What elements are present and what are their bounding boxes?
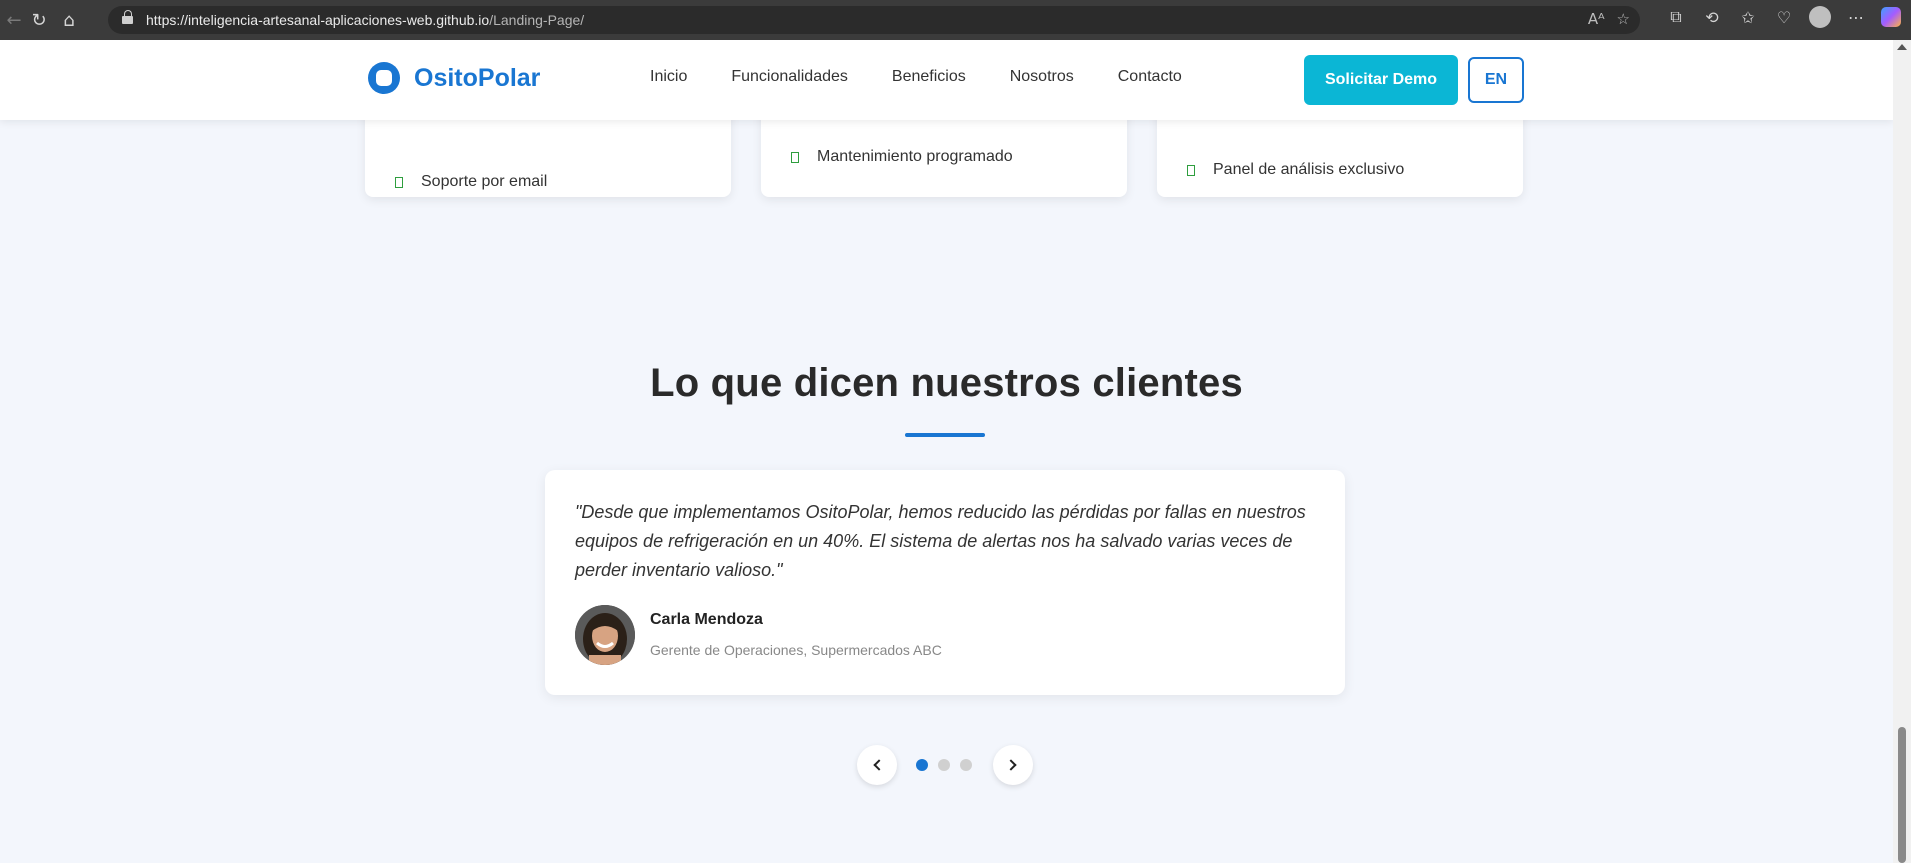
- nav-nosotros[interactable]: Nosotros: [1010, 68, 1074, 86]
- check-icon: [395, 176, 403, 188]
- sync-icon[interactable]: ⟲: [1701, 8, 1723, 27]
- language-toggle-button[interactable]: EN: [1468, 57, 1524, 103]
- testimonial-card: "Desde que implementamos OsitoPolar, hem…: [545, 470, 1345, 695]
- health-icon[interactable]: ♡: [1773, 8, 1795, 27]
- section-title: Lo que dicen nuestros clientes: [650, 361, 1243, 405]
- logo-icon: [368, 62, 400, 94]
- carousel-next-button[interactable]: [993, 745, 1033, 785]
- carousel-dots: [916, 759, 972, 771]
- browser-toolbar: ← ↻ ⌂ https://inteligencia-artesanal-apl…: [0, 0, 1911, 40]
- main-nav: Inicio Funcionalidades Beneficios Nosotr…: [650, 68, 1182, 86]
- client-avatar: [575, 605, 635, 665]
- scroll-up-arrow-icon[interactable]: [1897, 44, 1907, 50]
- check-icon: [1187, 164, 1195, 176]
- chevron-left-icon: [873, 759, 885, 771]
- testimonial-quote: "Desde que implementamos OsitoPolar, hem…: [575, 502, 1306, 580]
- page-viewport: Soporte por email Mantenimiento programa…: [0, 40, 1893, 863]
- read-aloud-icon[interactable]: Aᴬ: [1588, 10, 1605, 28]
- favorite-star-icon[interactable]: ☆: [1617, 10, 1630, 28]
- address-bar[interactable]: https://inteligencia-artesanal-aplicacio…: [108, 6, 1640, 34]
- check-icon: [791, 151, 799, 163]
- request-demo-button[interactable]: Solicitar Demo: [1304, 55, 1458, 105]
- scroll-thumb[interactable]: [1898, 727, 1906, 863]
- title-underline: [905, 433, 985, 437]
- plan-feature: Soporte por email: [395, 173, 547, 191]
- more-icon[interactable]: ⋯: [1845, 8, 1867, 27]
- chevron-right-icon: [1005, 759, 1017, 771]
- client-role: Gerente de Operaciones, Supermercados AB…: [650, 642, 942, 658]
- nav-funcionalidades[interactable]: Funcionalidades: [731, 68, 848, 86]
- copilot-icon[interactable]: [1881, 7, 1901, 27]
- nav-contacto[interactable]: Contacto: [1118, 68, 1182, 86]
- nav-beneficios[interactable]: Beneficios: [892, 68, 966, 86]
- home-icon[interactable]: ⌂: [55, 6, 83, 34]
- extensions-icon[interactable]: ⧉: [1665, 7, 1687, 27]
- url-text: https://inteligencia-artesanal-aplicacio…: [146, 12, 585, 28]
- plan-feature: Panel de análisis exclusivo: [1187, 161, 1404, 179]
- logo-text: OsitoPolar: [414, 63, 541, 92]
- carousel-prev-button[interactable]: [857, 745, 897, 785]
- plan-feature: Mantenimiento programado: [791, 148, 1013, 166]
- carousel-dot-1[interactable]: [916, 759, 928, 771]
- nav-inicio[interactable]: Inicio: [650, 68, 687, 86]
- lock-icon: [122, 10, 134, 26]
- site-header: OsitoPolar Inicio Funcionalidades Benefi…: [0, 40, 1893, 120]
- back-icon[interactable]: ←: [0, 6, 28, 34]
- refresh-icon[interactable]: ↻: [25, 6, 53, 34]
- logo[interactable]: OsitoPolar: [368, 62, 540, 94]
- client-name: Carla Mendoza: [650, 611, 763, 628]
- carousel-dot-3[interactable]: [960, 759, 972, 771]
- carousel-dot-2[interactable]: [938, 759, 950, 771]
- page-scrollbar[interactable]: [1893, 40, 1911, 863]
- favorites-icon[interactable]: ✩: [1737, 8, 1759, 27]
- profile-avatar[interactable]: [1809, 6, 1831, 28]
